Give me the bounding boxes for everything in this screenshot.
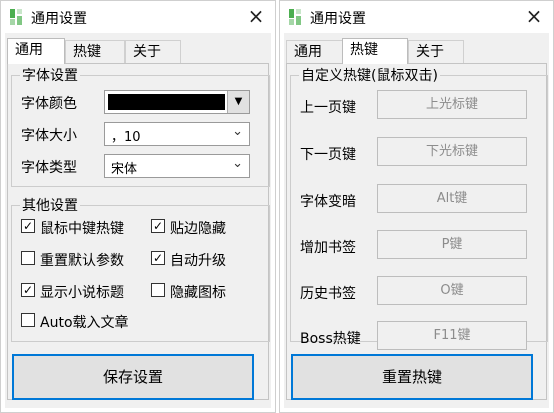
tab-hotkey[interactable]: 热键 <box>342 38 408 64</box>
other-settings-group: 其他设置 ✓ 鼠标中键热键 ✓ 贴边隐藏 重置默认参数 ✓ 自动升级 ✓ 显示小… <box>11 195 270 342</box>
hotkey-field-history-bookmark[interactable]: O键 <box>377 276 527 305</box>
font-settings-group: 字体设置 字体颜色 ▼ 字体大小 ，10 ⌄ 字体类型 宋体 ⌄ <box>11 65 270 187</box>
font-color-label: 字体颜色 <box>21 96 77 112</box>
custom-hotkey-title: 自定义热键(鼠标双击) <box>299 65 440 85</box>
tab-general[interactable]: 通用 <box>286 40 344 64</box>
font-type-label: 字体类型 <box>21 160 77 176</box>
check-icon[interactable] <box>21 313 35 327</box>
chevron-down-icon: ⌄ <box>232 156 243 171</box>
hotkey-field-prev-page[interactable]: 上光标键 <box>377 90 527 119</box>
hotkey-label: 增加书签 <box>300 240 356 256</box>
font-size-value: ，10 <box>111 130 141 145</box>
check-icon[interactable]: ✓ <box>151 251 165 265</box>
font-color-swatch <box>108 94 225 110</box>
hotkey-field-next-page[interactable]: 下光标键 <box>377 137 527 166</box>
window-title: 通用设置 <box>31 11 87 27</box>
reset-hotkeys-button[interactable]: 重置热键 <box>291 354 533 400</box>
tab-general[interactable]: 通用 <box>7 38 65 64</box>
font-color-picker[interactable]: ▼ <box>104 90 250 114</box>
font-type-value: 宋体 <box>111 162 138 177</box>
chevron-down-icon[interactable]: ▼ <box>227 91 249 113</box>
hotkey-tab-panel: 自定义热键(鼠标双击) 上一页键 上光标键 下一页键 下光标键 字体变暗 Alt… <box>286 63 548 400</box>
custom-hotkey-group: 自定义热键(鼠标双击) 上一页键 上光标键 下一页键 下光标键 字体变暗 Alt… <box>290 65 548 350</box>
check-icon[interactable] <box>21 251 35 265</box>
window-title: 通用设置 <box>310 11 366 27</box>
check-icon[interactable]: ✓ <box>21 219 35 233</box>
font-size-select[interactable]: ，10 ⌄ <box>104 122 250 146</box>
title-bar[interactable]: 通用设置 × <box>1 1 275 33</box>
hotkey-field-boss-key[interactable]: F11键 <box>377 321 527 350</box>
save-settings-button[interactable]: 保存设置 <box>12 354 254 400</box>
hotkey-field-dim-font[interactable]: Alt键 <box>377 184 527 213</box>
window-client: 通用 热键 关于 字体设置 字体颜色 ▼ 字体大小 ，10 ⌄ 字体类型 宋体 <box>5 33 271 408</box>
hotkey-label: 历史书签 <box>300 286 356 302</box>
close-icon[interactable]: × <box>521 5 547 29</box>
hotkey-label: Boss热键 <box>300 331 361 347</box>
check-icon[interactable]: ✓ <box>21 283 35 297</box>
window-client: 通用 热键 关于 自定义热键(鼠标双击) 上一页键 上光标键 下一页键 下光标键… <box>284 33 549 408</box>
hotkey-label: 上一页键 <box>300 100 356 116</box>
tab-about[interactable]: 关于 <box>125 40 181 64</box>
close-icon[interactable]: × <box>243 5 269 29</box>
hotkey-label: 下一页键 <box>300 147 356 163</box>
check-icon[interactable] <box>151 283 165 297</box>
font-type-select[interactable]: 宋体 ⌄ <box>104 154 250 178</box>
hotkey-settings-window: 通用设置 × 通用 热键 关于 自定义热键(鼠标双击) 上一页键 上光标键 下一… <box>279 0 554 413</box>
title-bar[interactable]: 通用设置 × <box>280 1 553 33</box>
hotkey-label: 字体变暗 <box>300 194 356 210</box>
general-settings-window: 通用设置 × 通用 热键 关于 字体设置 字体颜色 ▼ 字体大小 ，10 ⌄ 字… <box>0 0 276 413</box>
app-icon <box>289 9 303 25</box>
tab-hotkey[interactable]: 热键 <box>65 40 125 64</box>
font-settings-title: 字体设置 <box>20 65 80 85</box>
chevron-down-icon: ⌄ <box>232 124 243 139</box>
other-settings-title: 其他设置 <box>20 195 80 215</box>
general-tab-panel: 字体设置 字体颜色 ▼ 字体大小 ，10 ⌄ 字体类型 宋体 ⌄ 其他设置 ✓ … <box>7 63 270 400</box>
app-icon <box>10 9 24 25</box>
hotkey-field-add-bookmark[interactable]: P键 <box>377 230 527 259</box>
font-size-label: 字体大小 <box>21 128 77 144</box>
check-icon[interactable]: ✓ <box>151 219 165 233</box>
tab-about[interactable]: 关于 <box>408 40 464 64</box>
